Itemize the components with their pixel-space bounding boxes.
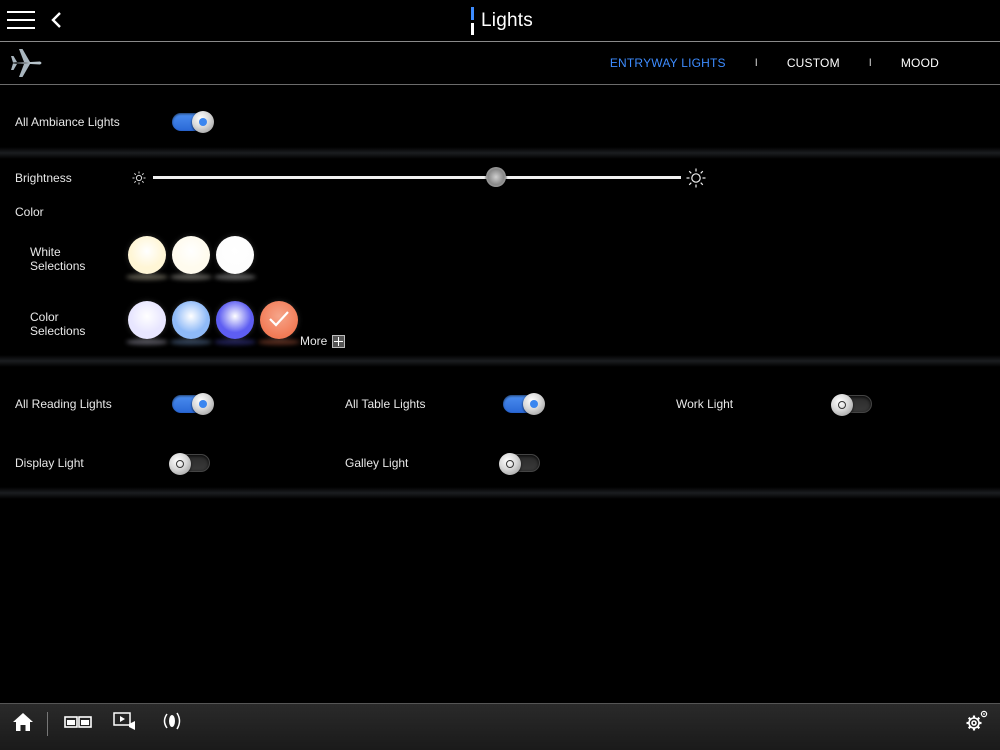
top-bar: Lights — [0, 0, 1000, 42]
reading-lights-label: All Reading Lights — [15, 397, 112, 411]
color-selections-label-line1: Color — [30, 310, 59, 324]
brightness-slider-thumb[interactable] — [486, 167, 507, 187]
section-divider — [0, 147, 1000, 159]
tab-mood[interactable]: MOOD — [901, 56, 939, 70]
color-swatch[interactable] — [172, 301, 210, 339]
white-swatch[interactable] — [172, 236, 210, 274]
color-swatch[interactable] — [128, 301, 166, 339]
toggle-knob — [169, 453, 191, 475]
display-light-label: Display Light — [15, 456, 84, 470]
brightness-slider[interactable] — [153, 167, 681, 187]
toggle-knob — [192, 393, 214, 415]
work-light-toggle[interactable] — [831, 394, 872, 416]
toggle-knob — [499, 453, 521, 475]
table-lights-label: All Table Lights — [345, 397, 426, 411]
page-title-group: Lights — [471, 6, 533, 36]
tab-custom[interactable]: CUSTOM — [787, 56, 840, 70]
brightness-label: Brightness — [15, 171, 72, 185]
white-selections-label-line1: White — [30, 245, 61, 259]
work-light-label: Work Light — [676, 397, 734, 411]
color-swatch[interactable] — [260, 301, 298, 339]
section-divider — [0, 355, 1000, 367]
hamburger-menu-icon[interactable] — [7, 9, 35, 31]
toggle-knob — [523, 393, 545, 415]
white-selections-label-line2: Selections — [30, 259, 86, 273]
ambiance-toggle[interactable] — [172, 111, 214, 133]
section-divider — [0, 487, 1000, 499]
settings-icon[interactable] — [963, 709, 989, 735]
toggle-knob — [192, 111, 214, 133]
video-icon[interactable] — [113, 711, 137, 731]
white-swatch-reflection — [126, 274, 168, 280]
more-colors-button[interactable]: More — [300, 334, 346, 348]
color-swatch[interactable] — [216, 301, 254, 339]
airplane-icon — [11, 49, 42, 77]
white-swatch[interactable] — [128, 236, 166, 274]
chevron-left-icon[interactable] — [50, 10, 64, 30]
white-swatch-reflection — [214, 274, 256, 280]
display-light-toggle[interactable] — [169, 453, 210, 475]
tab-separator: I — [754, 57, 758, 69]
color-swatch-reflection — [170, 339, 212, 345]
title-accent-mark — [471, 7, 474, 35]
more-colors-label: More — [300, 334, 328, 348]
tab-entryway-lights[interactable]: ENTRYWAY LIGHTS — [610, 56, 726, 70]
sun-small-icon[interactable] — [132, 171, 146, 185]
sun-large-icon[interactable] — [686, 168, 706, 188]
audio-icon[interactable] — [159, 711, 183, 731]
color-swatch-reflection — [214, 339, 256, 345]
white-swatch-reflection — [170, 274, 212, 280]
home-icon[interactable] — [12, 712, 34, 732]
table-lights-toggle[interactable] — [503, 393, 545, 415]
white-selections-label: White Selections — [30, 245, 85, 273]
color-label: Color — [15, 205, 44, 219]
bottom-bar-divider — [47, 712, 48, 736]
galley-light-toggle[interactable] — [499, 453, 540, 475]
seats-icon[interactable] — [64, 714, 92, 730]
tab-bar: ENTRYWAY LIGHTS I CUSTOM I MOOD — [610, 56, 939, 70]
reading-lights-toggle[interactable] — [172, 393, 214, 415]
checkmark-icon — [269, 311, 289, 327]
tab-separator: I — [868, 57, 872, 69]
toggle-knob — [831, 394, 853, 416]
plus-icon — [332, 334, 346, 348]
color-swatch-reflection — [258, 339, 300, 345]
ambiance-label: All Ambiance Lights — [15, 115, 120, 129]
white-swatch[interactable] — [216, 236, 254, 274]
color-selections-label: Color Selections — [30, 310, 85, 338]
galley-light-label: Galley Light — [345, 456, 409, 470]
page-title: Lights — [481, 10, 533, 31]
color-selections-label-line2: Selections — [30, 324, 86, 338]
sub-navigation: ENTRYWAY LIGHTS I CUSTOM I MOOD — [0, 43, 1000, 85]
color-swatch-reflection — [126, 339, 168, 345]
bottom-bar — [0, 703, 1000, 750]
